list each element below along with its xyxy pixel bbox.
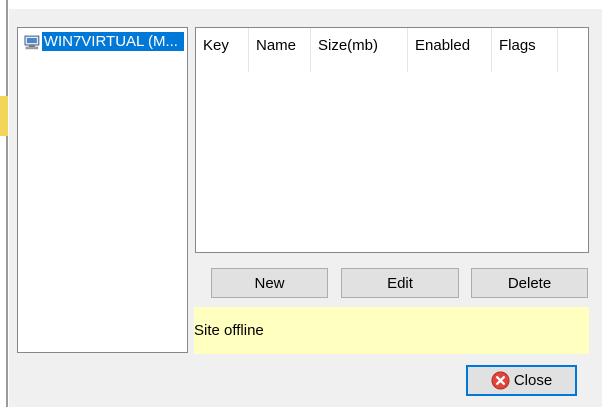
delete-button[interactable]: Delete <box>471 268 588 298</box>
new-button[interactable]: New <box>211 268 328 298</box>
partition-list[interactable]: Key Name Size(mb) Enabled Flags <box>195 27 589 253</box>
status-bar: Site offline <box>194 307 589 354</box>
window-edge <box>0 0 8 407</box>
computer-icon <box>24 35 40 49</box>
close-button[interactable]: Close <box>466 365 577 396</box>
close-icon <box>491 371 510 390</box>
list-header: Key Name Size(mb) Enabled Flags <box>196 28 558 72</box>
site-tree[interactable]: WIN7VIRTUAL (M... <box>17 27 188 353</box>
column-header-key[interactable]: Key <box>196 28 249 72</box>
status-text: Site offline <box>194 322 264 339</box>
window-edge-line <box>6 0 8 407</box>
edit-button[interactable]: Edit <box>341 268 459 298</box>
column-header-enabled[interactable]: Enabled <box>408 28 492 72</box>
column-header-name[interactable]: Name <box>249 28 311 72</box>
window-edge-highlight <box>0 96 8 136</box>
column-header-flags[interactable]: Flags <box>492 28 558 72</box>
tree-item-site[interactable]: WIN7VIRTUAL (M... <box>24 32 184 51</box>
tree-item-label: WIN7VIRTUAL (M... <box>41 32 184 51</box>
column-header-size[interactable]: Size(mb) <box>311 28 408 72</box>
close-button-label: Close <box>513 372 553 389</box>
